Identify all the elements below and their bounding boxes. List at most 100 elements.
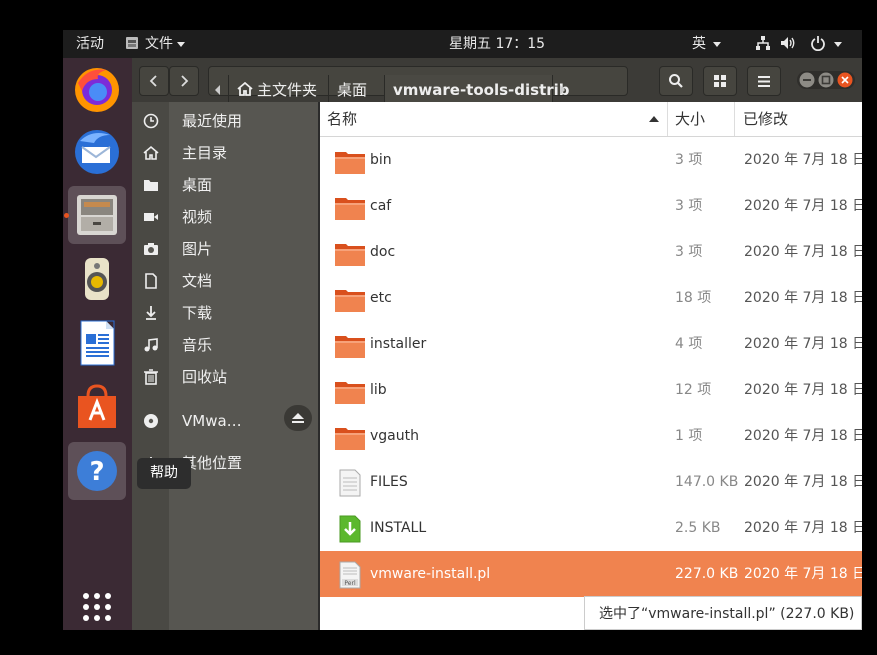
close-icon[interactable]	[836, 71, 854, 89]
file-size: 3 项	[675, 198, 703, 214]
file-name: installer	[370, 336, 427, 352]
status-overlay: 选中了“vmware-install.pl” (227.0 KB)	[584, 596, 862, 630]
app-menu[interactable]: 文件	[125, 30, 185, 58]
chevron-down-icon	[713, 41, 721, 47]
path-home-label: 主文件夹	[257, 81, 318, 99]
file-row[interactable]: lib 12 项 2020 年 7月 18 日	[320, 367, 862, 413]
sidebar-item[interactable]: 桌面	[132, 169, 318, 201]
dock-firefox[interactable]	[68, 61, 126, 119]
minimize-icon[interactable]	[798, 71, 816, 89]
download-icon	[146, 306, 156, 320]
running-indicator	[64, 213, 69, 218]
file-row[interactable]: Perl vmware-install.pl 227.0 KB 2020 年 7月 1…	[320, 551, 862, 597]
show-applications-button[interactable]	[68, 578, 126, 630]
sidebar-item[interactable]: 音乐	[132, 329, 318, 361]
file-name: caf	[370, 198, 392, 214]
music-icon	[144, 338, 158, 352]
dock-rhythmbox[interactable]	[68, 250, 126, 308]
path-scroll-left-button[interactable]	[209, 75, 229, 105]
view-toggle-button[interactable]	[703, 66, 737, 96]
thunderbird-icon	[75, 130, 119, 174]
file-row[interactable]: FILES 147.0 KB 2020 年 7月 18 日	[320, 459, 862, 505]
column-divider	[667, 102, 668, 136]
file-row[interactable]: INSTALL 2.5 KB 2020 年 7月 18 日	[320, 505, 862, 551]
file-name: vmware-install.pl	[370, 566, 491, 582]
arrow-left-icon	[215, 85, 220, 95]
file-row[interactable]: vgauth 1 项 2020 年 7月 18 日	[320, 413, 862, 459]
window-controls	[797, 71, 855, 89]
clock-icon	[143, 113, 159, 129]
top-bar: 活动 文件 星期五 17：15 英	[63, 30, 862, 58]
sidebar-item[interactable]: 图片	[132, 233, 318, 265]
dock-thunderbird[interactable]	[68, 123, 126, 181]
column-name[interactable]: 名称	[327, 102, 357, 136]
sidebar-item-label: 图片	[182, 240, 213, 258]
file-modified: 2020 年 7月 18 日	[744, 290, 862, 306]
app-menu-label: 文件	[145, 36, 173, 52]
file-modified: 2020 年 7月 18 日	[744, 520, 862, 536]
path-home[interactable]: 主文件夹	[229, 75, 329, 105]
file-size: 147.0 KB	[675, 474, 739, 490]
system-menu[interactable]	[755, 30, 842, 58]
sidebar-item-label: 音乐	[182, 336, 213, 354]
power-icon	[811, 36, 825, 52]
dock-software[interactable]	[68, 378, 126, 436]
file-row[interactable]: caf 3 项 2020 年 7月 18 日	[320, 183, 862, 229]
file-row[interactable]: bin 3 项 2020 年 7月 18 日	[320, 137, 862, 183]
file-size: 3 项	[675, 244, 703, 260]
sidebar-item[interactable]: 视频	[132, 201, 318, 233]
sidebar-item-label: VMwa…	[182, 412, 242, 430]
clock[interactable]: 星期五 17：15	[449, 30, 545, 58]
sidebar-item-label: 最近使用	[182, 112, 243, 130]
file-size: 3 项	[675, 152, 703, 168]
column-modified[interactable]: 已修改	[743, 102, 788, 136]
dock-help[interactable]: ?	[68, 442, 126, 500]
file-modified: 2020 年 7月 18 日	[744, 198, 862, 214]
perl-script-icon: Perl	[339, 561, 361, 589]
sidebar-item[interactable]: 最近使用	[132, 105, 318, 137]
files-app-icon	[126, 37, 138, 49]
back-button[interactable]	[139, 66, 169, 96]
rhythmbox-icon	[85, 258, 109, 300]
firefox-icon	[75, 68, 119, 112]
places-sidebar: 最近使用 主目录 桌面 视频 图片 文档 下载 音乐 回收站 VMwa… 其他位置	[132, 102, 318, 630]
folder-icon	[335, 198, 365, 220]
sidebar-item[interactable]: 文档	[132, 265, 318, 297]
sidebar-item[interactable]: 下载	[132, 297, 318, 329]
column-size[interactable]: 大小	[675, 102, 705, 136]
dock-writer[interactable]	[68, 314, 126, 372]
file-row[interactable]: etc 18 项 2020 年 7月 18 日	[320, 275, 862, 321]
sidebar-item-label: 文档	[182, 272, 213, 290]
input-method-menu[interactable]: 英	[692, 30, 721, 58]
folder-icon	[144, 180, 158, 191]
sidebar-item-label: 回收站	[182, 368, 228, 386]
search-icon	[669, 74, 683, 88]
video-icon	[144, 213, 158, 221]
maximize-icon[interactable]	[817, 71, 835, 89]
forward-button[interactable]	[169, 66, 199, 96]
file-size: 227.0 KB	[675, 566, 739, 582]
files-icon	[77, 195, 117, 235]
activities-button[interactable]: 活动	[76, 30, 104, 58]
path-scroll-right-button[interactable]	[553, 75, 573, 105]
camera-icon	[144, 243, 158, 255]
grid-view-icon	[714, 75, 726, 87]
sidebar-item[interactable]: 主目录	[132, 137, 318, 169]
chevron-right-icon	[181, 75, 189, 87]
path-desktop[interactable]: 桌面	[329, 75, 385, 105]
file-row[interactable]: installer 4 项 2020 年 7月 18 日	[320, 321, 862, 367]
menu-button[interactable]	[747, 66, 781, 96]
file-name: etc	[370, 290, 392, 306]
file-size: 12 项	[675, 382, 712, 398]
search-button[interactable]	[659, 66, 693, 96]
dock-files[interactable]	[68, 186, 126, 244]
file-row[interactable]: doc 3 项 2020 年 7月 18 日	[320, 229, 862, 275]
home-icon	[143, 145, 159, 160]
software-icon	[78, 384, 116, 428]
chevron-down-icon	[833, 41, 842, 47]
file-size: 18 项	[675, 290, 712, 306]
sidebar-item[interactable]: 回收站	[132, 361, 318, 393]
path-current[interactable]: vmware-tools-distrib	[385, 75, 570, 105]
input-method-label: 英	[692, 36, 706, 52]
eject-button[interactable]	[284, 405, 312, 431]
